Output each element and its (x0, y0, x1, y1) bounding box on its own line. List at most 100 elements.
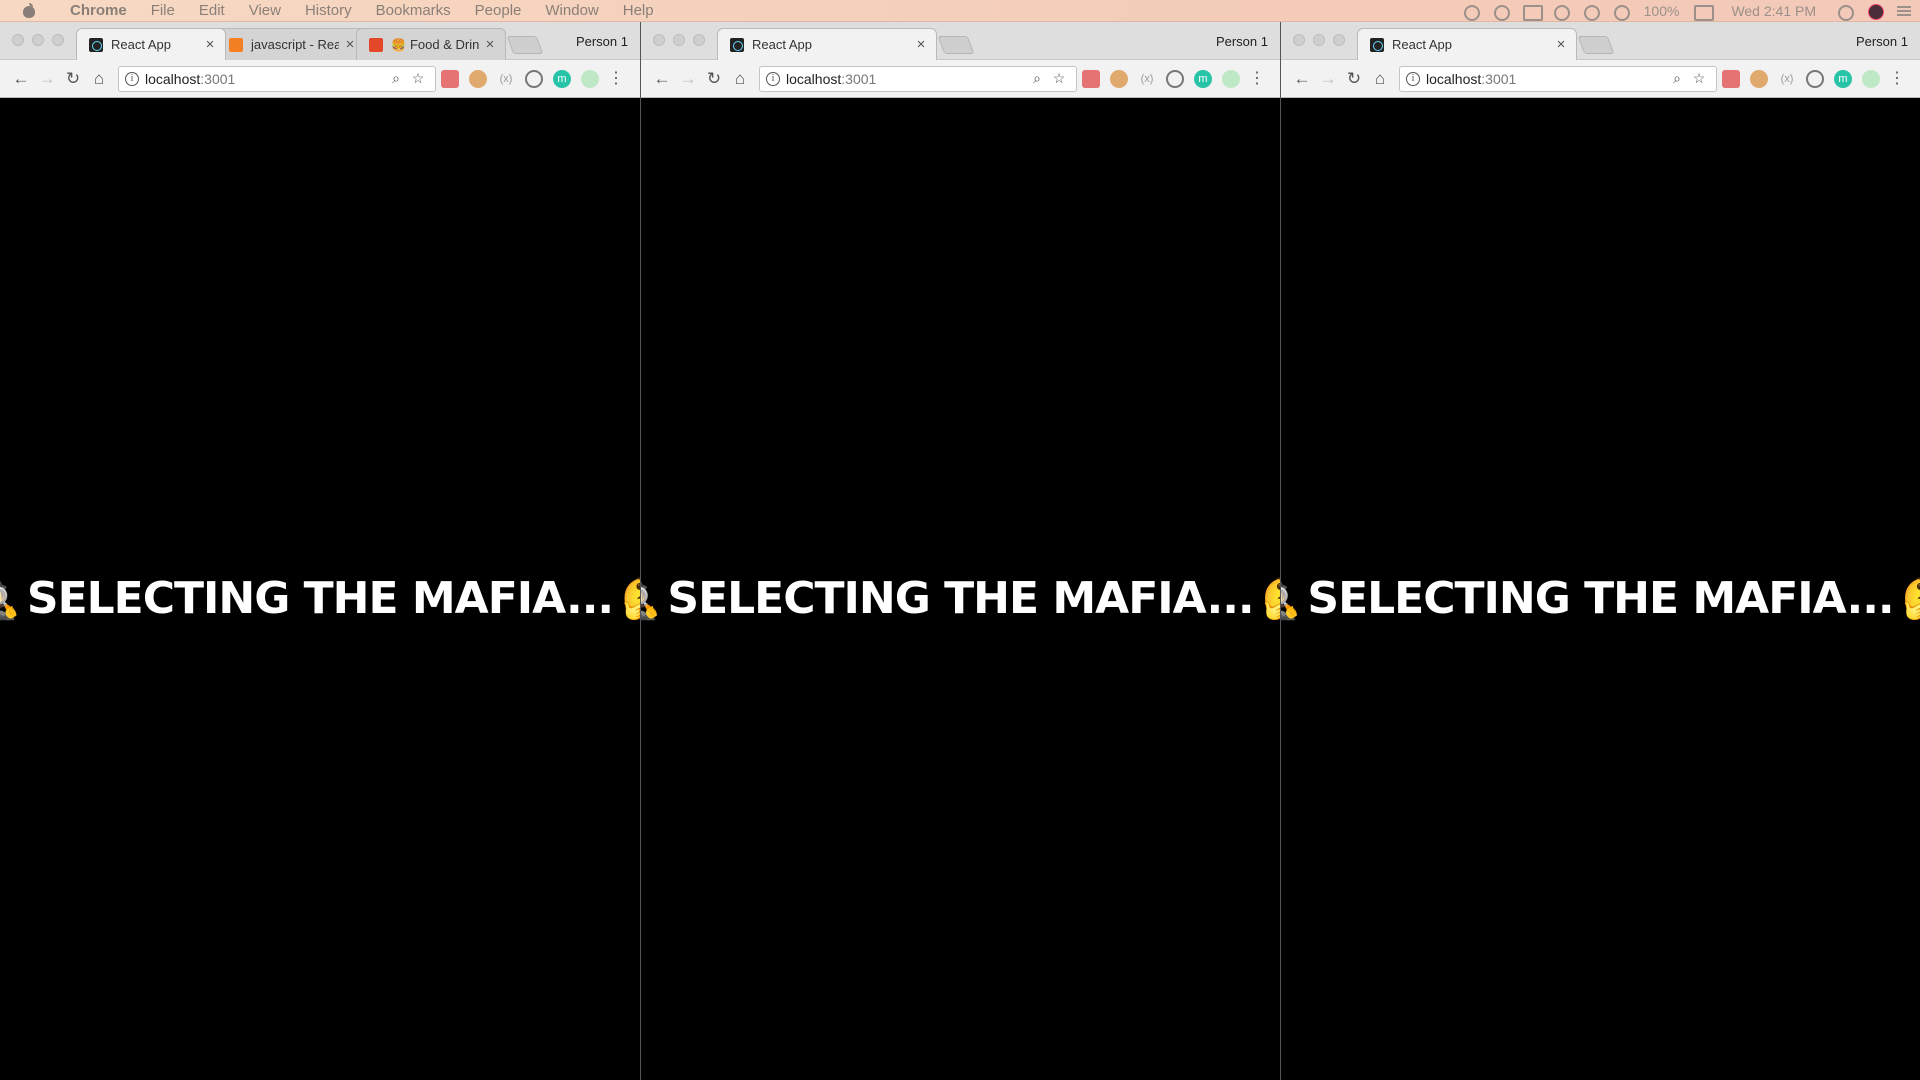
reload-icon[interactable]: ↻ (1341, 66, 1367, 92)
wifi-icon[interactable] (1582, 4, 1600, 21)
menu-help[interactable]: Help (611, 2, 666, 19)
forward-arrow-icon[interactable]: → (1315, 66, 1341, 92)
zoom-icon[interactable]: ⌕ (1666, 68, 1688, 90)
close-tab-icon[interactable]: × (343, 36, 357, 53)
close-window-button[interactable] (1293, 34, 1305, 46)
tab-food-drink[interactable]: 🍔 Food & Drink × (356, 28, 506, 60)
extension-red-icon[interactable] (1082, 69, 1100, 88)
leaf-extension-icon[interactable] (581, 69, 599, 88)
close-tab-icon[interactable]: × (203, 36, 217, 53)
reload-icon[interactable]: ↻ (60, 66, 86, 92)
react-icon (730, 37, 744, 52)
close-tab-icon[interactable]: × (483, 36, 497, 53)
address-bar[interactable]: i localhost:3001 ⌕ ☆ (118, 65, 436, 92)
evernote-icon[interactable] (1492, 4, 1510, 21)
page-content: 🕵️ SELECTING THE MAFIA... 🤔 (0, 98, 640, 1080)
menu-app-chrome[interactable]: Chrome (58, 2, 139, 19)
address-bar[interactable]: i localhost:3001 ⌕ ☆ (759, 65, 1077, 92)
fx-extension-icon[interactable]: (x) (497, 70, 515, 88)
info-icon[interactable]: i (766, 71, 780, 86)
back-arrow-icon[interactable]: ← (1289, 66, 1315, 92)
new-tab-button[interactable] (937, 36, 975, 54)
zoom-window-button[interactable] (52, 34, 64, 46)
profile-button[interactable]: Person 1 (576, 34, 628, 49)
cookie-extension-icon[interactable] (1110, 69, 1128, 88)
forward-arrow-icon[interactable]: → (675, 66, 701, 92)
tab-react-app[interactable]: React App × (717, 28, 937, 60)
chrome-menu-icon[interactable]: ⋮ (608, 70, 624, 88)
fx-extension-icon[interactable]: (x) (1138, 70, 1156, 88)
url-text[interactable]: localhost:3001 (1426, 71, 1666, 87)
home-icon[interactable]: ⌂ (86, 66, 112, 92)
minimize-window-button[interactable] (32, 34, 44, 46)
tab-javascript-react[interactable]: javascript - React × (216, 28, 366, 60)
m-extension-icon[interactable]: m (1194, 69, 1212, 88)
user-avatar-icon[interactable] (1866, 4, 1884, 20)
star-icon[interactable]: ☆ (407, 68, 429, 90)
menubar-clock[interactable]: Wed 2:41 PM (1731, 3, 1816, 19)
close-window-button[interactable] (12, 34, 24, 46)
chrome-extension-icon[interactable] (525, 69, 543, 88)
url-port: :3001 (200, 70, 236, 87)
back-arrow-icon[interactable]: ← (8, 66, 34, 92)
extension-red-icon[interactable] (1722, 69, 1740, 88)
close-tab-icon[interactable]: × (1554, 36, 1568, 53)
menu-history[interactable]: History (293, 2, 364, 19)
apple-icon[interactable] (20, 2, 40, 19)
menu-edit[interactable]: Edit (187, 2, 237, 19)
back-arrow-icon[interactable]: ← (649, 66, 675, 92)
cookie-extension-icon[interactable] (1750, 69, 1768, 88)
fx-extension-icon[interactable]: (x) (1778, 70, 1796, 88)
tab-react-app[interactable]: React App × (1357, 28, 1577, 60)
m-extension-icon[interactable]: m (1834, 69, 1852, 88)
volume-icon[interactable] (1612, 4, 1630, 21)
new-tab-button[interactable] (506, 36, 544, 54)
close-tab-icon[interactable]: × (914, 36, 928, 53)
url-text[interactable]: localhost:3001 (145, 71, 385, 87)
menu-bookmarks[interactable]: Bookmarks (364, 2, 463, 19)
address-bar[interactable]: i localhost:3001 ⌕ ☆ (1399, 65, 1717, 92)
m-extension-icon[interactable]: m (553, 69, 571, 88)
tab-strip: React App × javascript - React × 🍔 Food … (76, 28, 544, 60)
star-icon[interactable]: ☆ (1688, 68, 1710, 90)
info-icon[interactable]: i (125, 71, 139, 86)
chrome-menu-icon[interactable]: ⋮ (1889, 70, 1905, 88)
url-text[interactable]: localhost:3001 (786, 71, 1026, 87)
star-icon[interactable]: ☆ (1048, 68, 1070, 90)
profile-button[interactable]: Person 1 (1216, 34, 1268, 49)
menu-file[interactable]: File (139, 2, 187, 19)
spotlight-icon[interactable] (1836, 4, 1854, 21)
tab-react-app[interactable]: React App × (76, 28, 226, 60)
zoom-icon[interactable]: ⌕ (385, 68, 407, 90)
chrome-menu-icon[interactable]: ⋮ (1249, 70, 1265, 88)
bluetooth-icon[interactable] (1552, 4, 1570, 21)
chrome-extension-icon[interactable] (1806, 69, 1824, 88)
react-icon (89, 37, 103, 52)
leaf-extension-icon[interactable] (1862, 69, 1880, 88)
chrome-extension-icon[interactable] (1166, 69, 1184, 88)
airplay-icon[interactable] (1522, 4, 1543, 21)
home-icon[interactable]: ⌂ (1367, 66, 1393, 92)
menu-view[interactable]: View (237, 2, 293, 19)
notification-center-icon[interactable] (1896, 4, 1914, 18)
menu-people[interactable]: People (463, 2, 534, 19)
minimize-window-button[interactable] (673, 34, 685, 46)
leaf-extension-icon[interactable] (1222, 69, 1240, 88)
battery-icon[interactable] (1693, 4, 1715, 21)
profile-button[interactable]: Person 1 (1856, 34, 1908, 49)
new-tab-button[interactable] (1577, 36, 1615, 54)
home-icon[interactable]: ⌂ (727, 66, 753, 92)
info-icon[interactable]: i (1406, 71, 1420, 86)
minimize-window-button[interactable] (1313, 34, 1325, 46)
extension-red-icon[interactable] (441, 69, 459, 88)
zoom-icon[interactable]: ⌕ (1026, 68, 1048, 90)
zoom-window-button[interactable] (1333, 34, 1345, 46)
creative-cloud-icon[interactable] (1462, 4, 1480, 21)
cookie-extension-icon[interactable] (469, 69, 487, 88)
url-port: :3001 (1481, 70, 1517, 87)
close-window-button[interactable] (653, 34, 665, 46)
reload-icon[interactable]: ↻ (701, 66, 727, 92)
zoom-window-button[interactable] (693, 34, 705, 46)
menu-window[interactable]: Window (533, 2, 610, 19)
forward-arrow-icon[interactable]: → (34, 66, 60, 92)
